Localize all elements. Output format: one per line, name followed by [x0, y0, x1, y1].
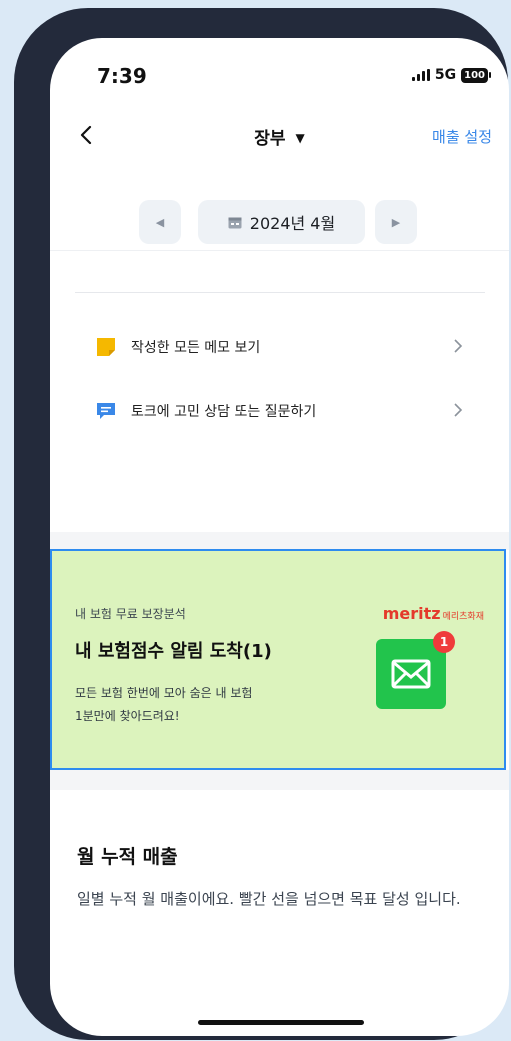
- app-screen: 7:39 5G 100 장부 ▼ 매출 설정 ◀ 2024년 4월 ▶ 작성한 …: [50, 38, 509, 1036]
- network-label: 5G: [434, 67, 457, 83]
- section-gap: [50, 532, 509, 550]
- home-indicator[interactable]: [198, 1020, 364, 1025]
- memo-note-icon: [97, 338, 115, 356]
- menu-label: 작성한 모든 메모 보기: [131, 340, 261, 356]
- banner-description: 모든 보험 한번에 모아 숨은 내 보험 1분만에 찾아드려요!: [75, 682, 252, 728]
- chevron-right-icon: [454, 403, 463, 417]
- chevron-right-icon: [454, 339, 463, 353]
- month-selector: ◀ 2024년 4월 ▶: [50, 160, 509, 251]
- battery-icon: 100: [461, 67, 488, 83]
- phone-frame: 7:39 5G 100 장부 ▼ 매출 설정 ◀ 2024년 4월 ▶ 작성한 …: [14, 8, 509, 1040]
- prev-month-button[interactable]: ◀: [139, 200, 181, 244]
- status-bar: 7:39 5G 100: [50, 38, 509, 112]
- section-divider: [75, 292, 485, 293]
- battery-tip: [489, 72, 491, 78]
- ask-talk-row[interactable]: 토크에 고민 상담 또는 질문하기: [95, 395, 465, 427]
- caret-down-icon: ▼: [295, 131, 305, 145]
- banner-desc-line: 모든 보험 한번에 모아 숨은 내 보험: [75, 686, 253, 700]
- sales-settings-link[interactable]: 매출 설정: [432, 126, 492, 147]
- menu-label: 토크에 고민 상담 또는 질문하기: [131, 404, 317, 420]
- status-time: 7:39: [97, 64, 147, 88]
- monthly-sales-title: 월 누적 매출: [77, 846, 178, 868]
- calendar-icon: [228, 217, 242, 228]
- banner-subtitle: 내 보험 무료 보장분석: [75, 607, 186, 621]
- monthly-sales-description: 일별 누적 월 매출이에요. 빨간 선을 넘으면 목표 달성 입니다.: [77, 890, 461, 908]
- triangle-right-icon: ▶: [391, 215, 401, 229]
- month-label: 2024년 4월: [249, 214, 336, 233]
- section-gap: [50, 770, 509, 790]
- page-title: 장부: [254, 129, 286, 149]
- status-indicators: 5G 100: [411, 67, 491, 83]
- month-picker[interactable]: 2024년 4월: [198, 200, 365, 244]
- meritz-logo: meritz 메리츠화재: [382, 604, 484, 623]
- notification-badge: 1: [433, 631, 455, 653]
- view-all-memos-row[interactable]: 작성한 모든 메모 보기: [95, 331, 465, 363]
- next-month-button[interactable]: ▶: [375, 200, 417, 244]
- banner-desc-line: 1분만에 찾아드려요!: [75, 709, 180, 723]
- banner-title: 내 보험점수 알림 도착(1): [75, 641, 272, 662]
- insurance-ad-banner[interactable]: 내 보험 무료 보장분석 내 보험점수 알림 도착(1) 모든 보험 한번에 모…: [50, 549, 506, 770]
- triangle-left-icon: ◀: [155, 215, 165, 229]
- top-nav: 장부 ▼ 매출 설정: [50, 114, 509, 160]
- chat-bubble-icon: [97, 403, 115, 419]
- signal-icon: [411, 69, 430, 81]
